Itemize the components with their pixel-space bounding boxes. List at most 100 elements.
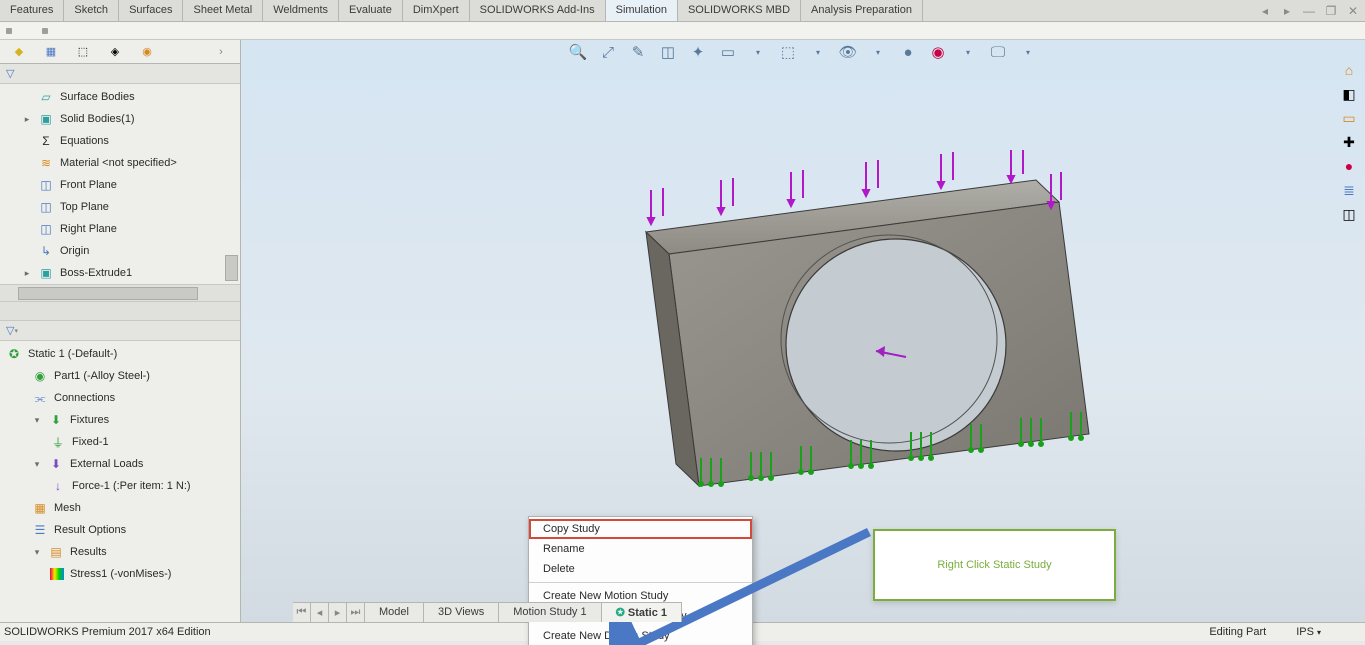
- tab-surfaces[interactable]: Surfaces: [119, 0, 183, 21]
- sim-external-loads[interactable]: ▾⬇External Loads: [0, 453, 240, 475]
- scroll-thumb[interactable]: [18, 287, 198, 300]
- section-view-icon[interactable]: ◫: [658, 42, 678, 62]
- graphics-viewport[interactable]: 🔍 ⤢ ✎ ◫ ✦ ▭ ▾ ⬚ ▾ 👁 ▾ ● ◉ ▾ 🖵 ▾ ⌂ ◧ ▭ ✚ …: [241, 40, 1365, 622]
- win-prev-icon[interactable]: ◂: [1257, 3, 1273, 19]
- prev-view-icon[interactable]: ✎: [628, 42, 648, 62]
- sim-fixed1[interactable]: ⏚Fixed-1: [0, 431, 240, 453]
- tree-label: Boss-Extrude1: [60, 267, 132, 279]
- sim-study-root[interactable]: ✪Static 1 (-Default-): [0, 343, 240, 365]
- sim-result-options[interactable]: ☰Result Options: [0, 519, 240, 541]
- tab-mbd[interactable]: SOLIDWORKS MBD: [678, 0, 801, 21]
- tree-right-plane[interactable]: ◫Right Plane: [0, 218, 223, 240]
- property-manager-icon[interactable]: ▦: [42, 43, 60, 61]
- panel-splitter[interactable]: [0, 301, 240, 321]
- sim-filter[interactable]: ▽▾: [0, 321, 240, 341]
- dropdown-icon[interactable]: ▾: [748, 42, 768, 62]
- tab-nav-prev[interactable]: ◂: [311, 603, 329, 622]
- status-units[interactable]: IPS ▾: [1296, 626, 1321, 638]
- tab-nav-last[interactable]: ⏭: [347, 603, 365, 622]
- win-next-icon[interactable]: ▸: [1279, 3, 1295, 19]
- dropdown-icon[interactable]: ▾: [1018, 42, 1038, 62]
- tree-filter[interactable]: ▽: [0, 64, 240, 84]
- zoom-fit-icon[interactable]: 🔍: [568, 42, 588, 62]
- display-style-icon[interactable]: ⬚: [778, 42, 798, 62]
- results-icon: ▤: [48, 544, 64, 560]
- hide-show-icon[interactable]: 👁: [838, 42, 858, 62]
- tab-motion-study1[interactable]: Motion Study 1: [499, 603, 601, 622]
- dropdown-icon[interactable]: ▾: [958, 42, 978, 62]
- apply-scene-icon[interactable]: ◉: [928, 42, 948, 62]
- tab-addins[interactable]: SOLIDWORKS Add-Ins: [470, 0, 606, 21]
- plane-icon: ◫: [38, 177, 54, 193]
- tree-boss-extrude[interactable]: ▸▣Boss-Extrude1: [0, 262, 223, 284]
- win-minimize-icon[interactable]: —: [1301, 3, 1317, 19]
- ribbon-handle-icon[interactable]: [42, 28, 48, 34]
- view-settings-icon[interactable]: 🖵: [988, 42, 1008, 62]
- ribbon-strip: [0, 22, 1365, 40]
- tab-static1[interactable]: ✪ Static 1: [602, 603, 682, 622]
- task-pane-tabs: ⌂ ◧ ▭ ✚ ● ≣ ◫: [1339, 60, 1361, 224]
- tree-scroll-horizontal[interactable]: [0, 284, 240, 301]
- tab-evaluate[interactable]: Evaluate: [339, 0, 403, 21]
- appearances-icon[interactable]: ≣: [1339, 180, 1359, 200]
- sim-label: Fixtures: [70, 414, 109, 426]
- panel-overflow-icon[interactable]: ›: [212, 43, 230, 61]
- dimxpert-manager-icon[interactable]: ◈: [106, 43, 124, 61]
- sim-mesh[interactable]: ▦Mesh: [0, 497, 240, 519]
- tab-nav-next[interactable]: ▸: [329, 603, 347, 622]
- win-close-icon[interactable]: ✕: [1345, 3, 1361, 19]
- part-icon: ◉: [32, 368, 48, 384]
- sim-part[interactable]: ◉Part1 (-Alloy Steel-): [0, 365, 240, 387]
- sim-label: Fixed-1: [72, 436, 109, 448]
- tree-top-plane[interactable]: ◫Top Plane: [0, 196, 223, 218]
- sim-connections[interactable]: ⫘Connections: [0, 387, 240, 409]
- tree-solid-bodies[interactable]: ▸▣Solid Bodies(1): [0, 108, 223, 130]
- tab-3dviews[interactable]: 3D Views: [424, 603, 499, 622]
- tab-sheetmetal[interactable]: Sheet Metal: [183, 0, 263, 21]
- dropdown-icon[interactable]: ▾: [868, 42, 888, 62]
- dropdown-icon[interactable]: ▾: [808, 42, 828, 62]
- tree-origin[interactable]: ↳Origin: [0, 240, 223, 262]
- tree-material[interactable]: ≋Material <not specified>: [0, 152, 223, 174]
- view-orientation-icon[interactable]: ▭: [718, 42, 738, 62]
- win-restore-icon[interactable]: ❐: [1323, 3, 1339, 19]
- config-manager-icon[interactable]: ⬚: [74, 43, 92, 61]
- dynamic-annotation-icon[interactable]: ✦: [688, 42, 708, 62]
- sim-results[interactable]: ▾▤Results: [0, 541, 240, 563]
- file-explorer-icon[interactable]: ✚: [1339, 132, 1359, 152]
- tree-scroll-vertical[interactable]: [223, 84, 240, 284]
- home-icon[interactable]: ⌂: [1339, 60, 1359, 80]
- tab-analysis-prep[interactable]: Analysis Preparation: [801, 0, 923, 21]
- edit-appearance-icon[interactable]: ●: [898, 42, 918, 62]
- tab-model[interactable]: Model: [365, 603, 424, 622]
- ribbon-handle-icon[interactable]: [6, 28, 12, 34]
- tab-features[interactable]: Features: [0, 0, 64, 21]
- funnel-icon: ▽: [6, 324, 14, 337]
- design-library-icon[interactable]: ▭: [1339, 108, 1359, 128]
- surface-icon: ▱: [38, 89, 54, 105]
- fixtures-icon: ⬇: [48, 412, 64, 428]
- heads-up-toolbar: 🔍 ⤢ ✎ ◫ ✦ ▭ ▾ ⬚ ▾ 👁 ▾ ● ◉ ▾ 🖵 ▾: [568, 42, 1038, 62]
- plane-icon: ◫: [38, 199, 54, 215]
- tab-static1-label: Static 1: [628, 607, 667, 619]
- display-manager-icon[interactable]: ◉: [138, 43, 156, 61]
- tab-simulation[interactable]: Simulation: [606, 0, 678, 21]
- tab-weldments[interactable]: Weldments: [263, 0, 339, 21]
- view-palette-icon[interactable]: ●: [1339, 156, 1359, 176]
- zoom-area-icon[interactable]: ⤢: [598, 42, 618, 62]
- sim-label: Static 1 (-Default-): [28, 348, 117, 360]
- tree-front-plane[interactable]: ◫Front Plane: [0, 174, 223, 196]
- tree-equations[interactable]: ΣEquations: [0, 130, 223, 152]
- force-icon: ↓: [50, 478, 66, 494]
- tree-surface-bodies[interactable]: ▱Surface Bodies: [0, 86, 223, 108]
- custom-props-icon[interactable]: ◫: [1339, 204, 1359, 224]
- feature-manager-icon[interactable]: ◆: [10, 43, 28, 61]
- tab-dimxpert[interactable]: DimXpert: [403, 0, 470, 21]
- sim-label: External Loads: [70, 458, 143, 470]
- sim-stress1[interactable]: Stress1 (-vonMises-): [0, 563, 240, 585]
- tab-nav-first[interactable]: ⏮: [293, 603, 311, 622]
- resources-icon[interactable]: ◧: [1339, 84, 1359, 104]
- sim-force1[interactable]: ↓Force-1 (:Per item: 1 N:): [0, 475, 240, 497]
- tab-sketch[interactable]: Sketch: [64, 0, 119, 21]
- sim-fixtures[interactable]: ▾⬇Fixtures: [0, 409, 240, 431]
